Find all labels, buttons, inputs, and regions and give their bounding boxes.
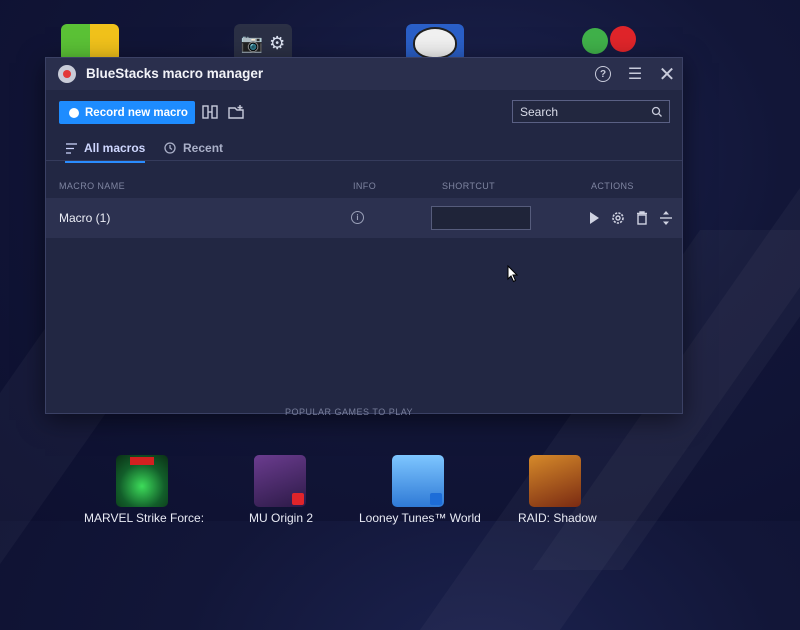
shortcut-input[interactable]	[431, 206, 531, 230]
column-header-info: INFO	[353, 181, 377, 191]
delete-icon[interactable]	[633, 209, 651, 227]
column-header-macro-name: MACRO NAME	[59, 181, 126, 191]
popular-games-caption: POPULAR GAMES TO PLAY	[285, 407, 414, 417]
title-bar: BlueStacks macro manager ? ☰ ✕	[46, 58, 682, 90]
tab-recent-label: Recent	[183, 141, 224, 155]
search-input[interactable]	[513, 103, 649, 120]
play-icon[interactable]	[585, 209, 603, 227]
game-tile-looney-tunes[interactable]	[392, 455, 444, 507]
search-icon	[651, 106, 662, 117]
game-label[interactable]: Looney Tunes™ World	[359, 511, 481, 525]
game-badge-icon	[292, 493, 304, 505]
macro-name: Macro (1)	[59, 211, 111, 225]
close-icon[interactable]: ✕	[656, 63, 678, 86]
tab-all-macros-label: All macros	[84, 141, 146, 155]
window-title: BlueStacks macro manager	[86, 66, 264, 81]
gear-icon: ⚙	[269, 32, 286, 53]
pig-icon	[413, 27, 457, 59]
table-row: Macro (1) i	[46, 198, 682, 238]
game-badge-icon	[430, 493, 442, 505]
game-tile-mu-origin[interactable]	[254, 455, 306, 507]
camera-icon: 📷	[240, 32, 264, 53]
game-label[interactable]: RAID: Shadow	[518, 511, 597, 525]
game-label[interactable]: MU Origin 2	[249, 511, 313, 525]
game-tile-marvel[interactable]	[116, 455, 168, 507]
settings-icon[interactable]	[609, 209, 627, 227]
import-icon[interactable]	[227, 103, 245, 121]
column-header-shortcut: SHORTCUT	[442, 181, 496, 191]
bluestacks-logo-icon	[58, 65, 76, 83]
menu-icon[interactable]: ☰	[624, 63, 646, 85]
record-button-label: Record new macro	[85, 106, 188, 119]
tab-all-macros[interactable]: All macros	[65, 138, 146, 163]
list-icon	[66, 142, 77, 154]
record-new-macro-button[interactable]: Record new macro	[59, 101, 195, 124]
search-box[interactable]	[512, 100, 670, 123]
move-icon[interactable]	[657, 209, 675, 227]
game-label[interactable]: MARVEL Strike Force:	[84, 511, 204, 525]
green-blob-icon	[582, 28, 608, 54]
marvel-brand-icon	[130, 457, 154, 465]
history-icon	[164, 142, 176, 154]
info-icon[interactable]: i	[351, 211, 364, 224]
macro-manager-window: BlueStacks macro manager ? ☰ ✕ Record ne…	[45, 57, 683, 414]
game-tile-raid[interactable]	[529, 455, 581, 507]
mouse-cursor-icon	[507, 265, 519, 283]
help-icon[interactable]: ?	[592, 63, 614, 85]
column-header-actions: ACTIONS	[591, 181, 634, 191]
active-tab-indicator	[65, 161, 146, 163]
record-dot-icon	[69, 107, 79, 118]
red-blob-icon	[610, 26, 636, 52]
tab-recent[interactable]: Recent	[163, 138, 223, 158]
merge-icon[interactable]	[201, 103, 219, 121]
tabs-divider	[46, 160, 682, 161]
